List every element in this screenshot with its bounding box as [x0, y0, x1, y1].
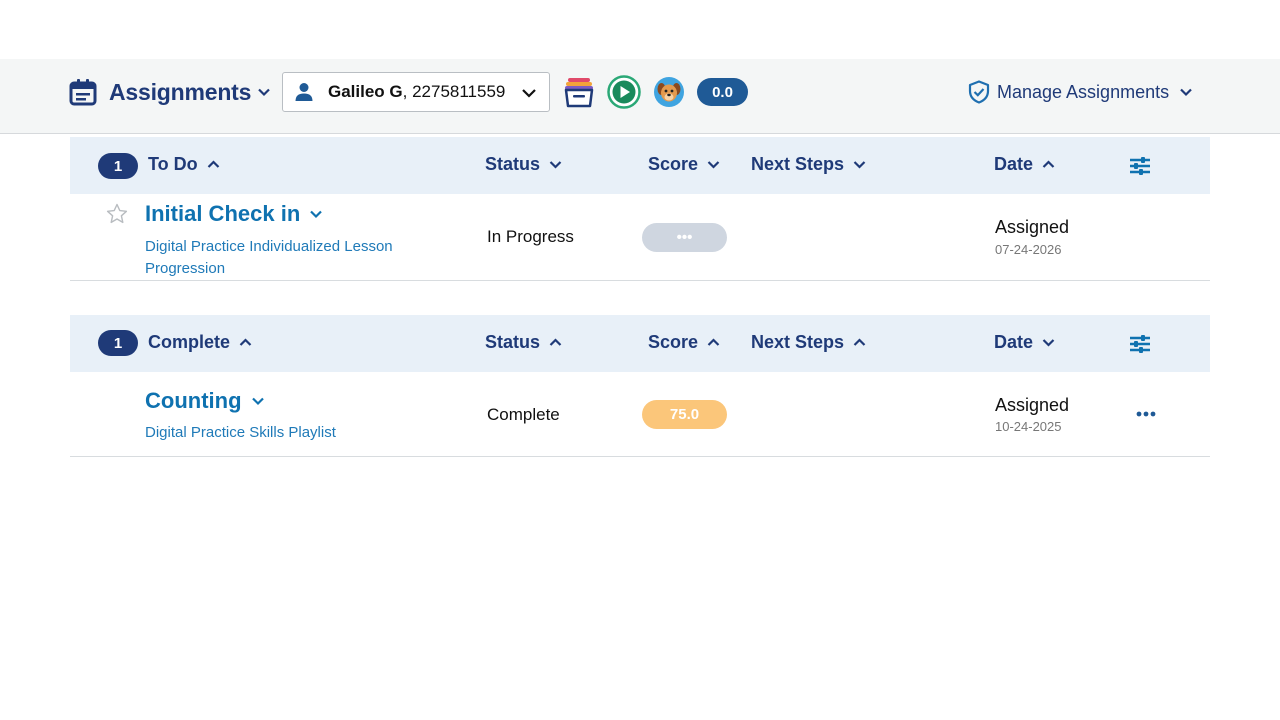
todo-sort-date[interactable]: Date: [994, 154, 1055, 175]
chevron-down-icon: [549, 161, 562, 169]
date-label: Assigned: [995, 395, 1070, 415]
assignment-subtitle[interactable]: Digital Practice Individualized Lesson P…: [145, 236, 425, 280]
manage-assignments-label: Manage Assignments: [997, 81, 1170, 102]
pet-icon[interactable]: [652, 75, 686, 109]
assignment-title-link[interactable]: Counting: [145, 388, 265, 414]
table-row: Counting Digital Practice Skills Playlis…: [70, 372, 1210, 457]
calendar-icon: [69, 79, 97, 106]
complete-sort-date[interactable]: Date: [994, 332, 1055, 353]
complete-collapse-toggle[interactable]: Complete: [148, 332, 252, 353]
assigned-date: 07-24-2026: [995, 242, 1062, 257]
complete-count-badge: 1: [98, 330, 138, 356]
chevron-up-icon: [549, 338, 562, 346]
student-name: Galileo G: [328, 82, 403, 101]
complete-sort-score[interactable]: Score: [648, 332, 720, 353]
score-column-label: Score: [648, 332, 699, 352]
status-column-label: Status: [485, 154, 541, 174]
score-column-label: Score: [648, 154, 699, 174]
chevron-down-icon: [251, 397, 264, 406]
chevron-up-icon: [239, 338, 252, 346]
chevron-up-icon: [707, 338, 720, 346]
chevron-up-icon: [207, 160, 219, 168]
filter-settings-icon[interactable]: [1128, 155, 1152, 177]
date-column-label: Date: [994, 154, 1034, 174]
basket-icon[interactable]: [562, 75, 596, 109]
todo-section-header: 1 To Do Status Score Next Steps Date: [70, 137, 1210, 194]
chevron-down-icon: [1042, 339, 1055, 347]
app-title: Assignments: [109, 78, 252, 105]
chevron-down-icon: [707, 161, 720, 169]
table-row: Initial Check in Digital Practice Indivi…: [70, 194, 1210, 281]
more-options-icon[interactable]: [1134, 408, 1158, 420]
star-icon[interactable]: [105, 202, 129, 226]
chevron-down-icon: [258, 88, 271, 97]
play-icon[interactable]: [607, 75, 641, 109]
chevron-up-icon: [853, 338, 866, 346]
date-label: Assigned: [995, 217, 1070, 237]
assignment-title-link[interactable]: Initial Check in: [145, 201, 323, 227]
status-text: In Progress: [487, 227, 574, 246]
chevron-up-icon: [1042, 160, 1055, 168]
shield-icon: [968, 80, 990, 104]
top-bar: Assignments Galileo G , 2275811559 0.0 M…: [0, 59, 1280, 134]
student-id: , 2275811559: [402, 82, 506, 101]
student-selector[interactable]: Galileo G , 2275811559: [282, 72, 550, 112]
todo-sort-next-steps[interactable]: Next Steps: [751, 154, 866, 175]
assignments-menu[interactable]: Assignments: [69, 77, 271, 107]
chevron-down-icon: [522, 89, 536, 98]
status-text: Complete: [487, 405, 560, 424]
complete-section-header: 1 Complete Status Score Next Steps Date: [70, 315, 1210, 372]
chevron-down-icon: [853, 161, 866, 169]
score-pill[interactable]: •••: [642, 223, 727, 252]
todo-count-badge: 1: [98, 153, 138, 179]
status-column-label: Status: [485, 332, 541, 352]
assignment-title: Counting: [145, 388, 242, 413]
chevron-down-icon: [310, 210, 323, 219]
todo-sort-status[interactable]: Status: [485, 154, 562, 175]
assigned-date: 10-24-2025: [995, 419, 1062, 434]
assignment-title: Initial Check in: [145, 201, 301, 226]
complete-sort-status[interactable]: Status: [485, 332, 562, 353]
todo-collapse-toggle[interactable]: To Do: [148, 154, 220, 175]
complete-section-label: Complete: [148, 332, 231, 352]
date-column-label: Date: [994, 332, 1034, 352]
filter-settings-icon[interactable]: [1128, 333, 1152, 355]
manage-assignments-menu[interactable]: Manage Assignments: [968, 79, 1193, 105]
next-steps-column-label: Next Steps: [751, 154, 845, 174]
score-pill[interactable]: 75.0: [642, 400, 727, 429]
next-steps-column-label: Next Steps: [751, 332, 845, 352]
person-icon: [295, 83, 313, 101]
todo-sort-score[interactable]: Score: [648, 154, 720, 175]
assignment-subtitle[interactable]: Digital Practice Skills Playlist: [145, 422, 336, 444]
points-badge: 0.0: [697, 78, 748, 106]
chevron-down-icon: [1180, 88, 1192, 97]
complete-sort-next-steps[interactable]: Next Steps: [751, 332, 866, 353]
todo-section-label: To Do: [148, 154, 198, 174]
